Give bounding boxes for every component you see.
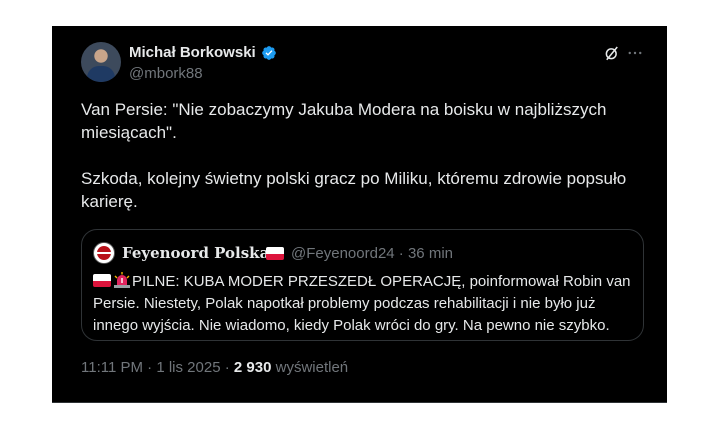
author-avatar[interactable] xyxy=(81,42,121,82)
quoted-separator: · xyxy=(398,245,404,262)
quoted-meta: @Feyenoord24 · 36 min xyxy=(291,245,453,262)
poland-flag-icon xyxy=(93,274,111,287)
author-handle[interactable]: @mbork88 xyxy=(129,65,203,82)
siren-icon xyxy=(114,272,130,288)
tweet-text: Van Persie: "Nie zobaczymy Jakuba Modera… xyxy=(81,100,627,211)
quoted-author-name: Feyenoord Polska xyxy=(122,244,270,262)
quoted-time: 36 min xyxy=(407,245,453,262)
quoted-handle: @Feyenoord24 xyxy=(291,245,395,262)
more-options-icon[interactable] xyxy=(626,44,644,62)
tweet-card[interactable]: Michał Borkowski @mbork88 Van Persie: "N… xyxy=(52,26,667,403)
views-count: 2 930 xyxy=(233,359,272,376)
meta-separator: · xyxy=(147,359,153,376)
poland-flag-icon xyxy=(266,247,284,260)
club-logo-stripe xyxy=(97,252,111,254)
views-label: wyświetleń xyxy=(275,359,349,376)
verified-badge-icon xyxy=(262,46,276,60)
quoted-tweet[interactable]: Feyenoord Polska @Feyenoord24 · 36 min P… xyxy=(81,229,644,341)
author-name[interactable]: Michał Borkowski xyxy=(129,44,256,61)
tweet-meta: 11:11 PM · 1 lis 2025 · 2 930 wyświetleń xyxy=(81,359,348,376)
tweet-time[interactable]: 11:11 PM xyxy=(81,359,143,376)
tweet-date[interactable]: 1 lis 2025 xyxy=(156,359,220,376)
meta-separator: · xyxy=(224,359,230,376)
quoted-text: PILNE: KUBA MODER PRZESZEDŁ OPERACJĘ, po… xyxy=(93,273,631,334)
avatar-figure xyxy=(87,66,115,82)
card-bottom-border xyxy=(52,402,667,403)
quoted-text-block: PILNE: KUBA MODER PRZESZEDŁ OPERACJĘ, po… xyxy=(93,271,633,337)
quoted-author-avatar xyxy=(93,242,115,264)
grok-icon[interactable] xyxy=(603,44,621,62)
